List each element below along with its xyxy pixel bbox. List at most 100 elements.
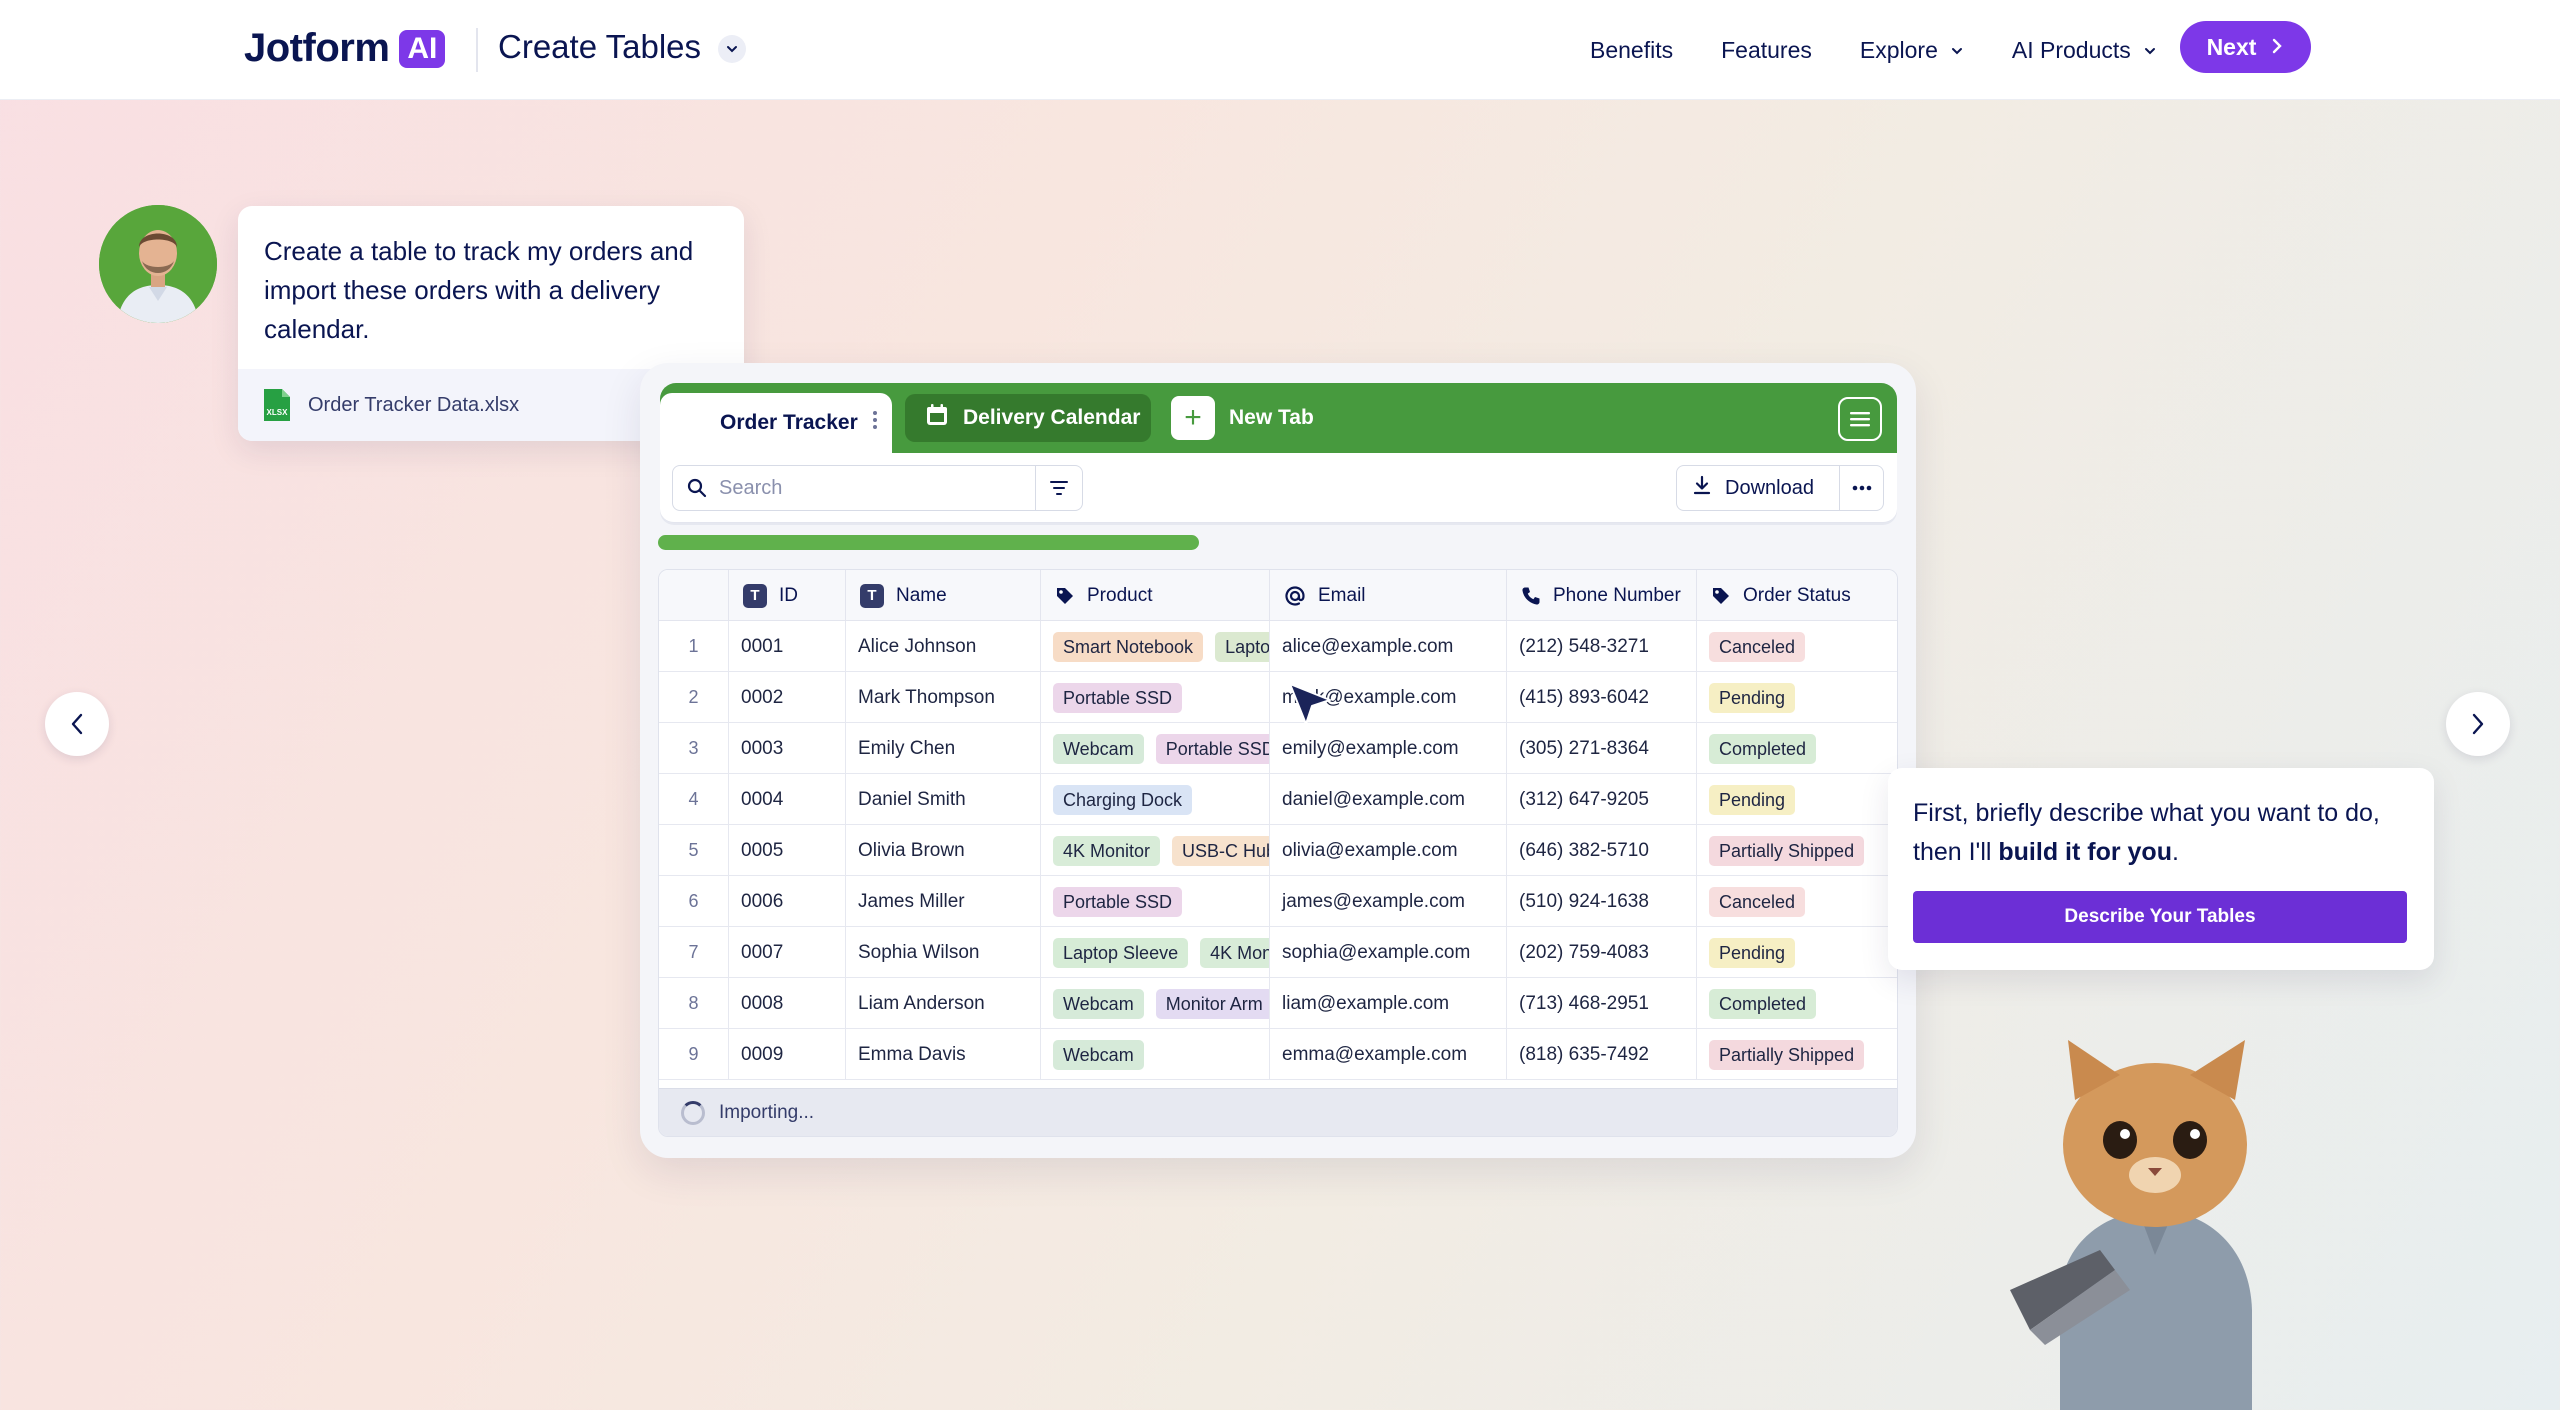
product-cell[interactable]: 4K Monitor USB-C Hub	[1041, 825, 1270, 876]
phone-cell[interactable]: (312) 647-9205	[1507, 774, 1697, 825]
name-cell[interactable]: Alice Johnson	[846, 621, 1041, 672]
describe-your-tables-label: Describe Your Tables	[2064, 906, 2256, 927]
table-row[interactable]: 9 0009 Emma Davis Webcam emma@example.com (81…	[659, 1029, 1897, 1080]
table-row[interactable]: 3 0003 Emily Chen Webcam Portable SSD emily@e…	[659, 723, 1897, 774]
row-number-cell[interactable]: 1	[659, 621, 729, 672]
row-number-cell[interactable]: 7	[659, 927, 729, 978]
status-cell[interactable]: Partially Shipped	[1697, 825, 1897, 876]
row-number-cell[interactable]: 6	[659, 876, 729, 927]
name-cell[interactable]: Daniel Smith	[846, 774, 1041, 825]
table-row[interactable]: 70007Sophia Wilson Laptop Sleeve 4K Monito…	[659, 927, 1897, 978]
email-cell[interactable]: olivia@example.com	[1270, 825, 1507, 876]
email-cell[interactable]: emma@example.com	[1270, 1029, 1507, 1080]
id-cell[interactable]: 0005	[729, 825, 846, 876]
table-row[interactable]: 10001Alice Johnson Smart Notebook Laptopal…	[659, 621, 1897, 672]
describe-your-tables-button[interactable]: Describe Your Tables	[1913, 891, 2407, 943]
row-number-cell[interactable]: 9	[659, 1029, 729, 1080]
column-header-product[interactable]: Product	[1041, 570, 1270, 621]
product-cell[interactable]: Laptop Sleeve 4K Monitor	[1041, 927, 1270, 978]
email-cell[interactable]: james@example.com	[1270, 876, 1507, 927]
column-header-phone[interactable]: Phone Number	[1507, 570, 1697, 621]
table-row[interactable]: 6 0006 James Miller Portable SSD james@examp…	[659, 876, 1897, 927]
product-cell[interactable]: Portable SSD	[1041, 876, 1270, 927]
tab-options-icon[interactable]	[872, 410, 878, 436]
table-row[interactable]: 2 0002 Mark Thompson Portable SSD mark@examp…	[659, 672, 1897, 723]
add-tab-button[interactable]: + New Tab	[1171, 394, 1314, 442]
table-menu-button[interactable]	[1838, 397, 1882, 441]
name-cell[interactable]: Mark Thompson	[846, 672, 1041, 723]
download-button[interactable]: Download	[1676, 465, 1840, 511]
phone-cell[interactable]: (713) 468-2951	[1507, 978, 1697, 1029]
tab-order-tracker[interactable]: Order Tracker	[660, 393, 892, 453]
email-cell[interactable]: alice@example.com	[1270, 621, 1507, 672]
nav-explore[interactable]: Explore	[1860, 37, 1964, 64]
chevron-down-icon	[1950, 37, 1964, 64]
column-header-id[interactable]: T ID	[729, 570, 846, 621]
id-cell[interactable]: 0009	[729, 1029, 846, 1080]
status-cell[interactable]: Pending	[1697, 774, 1897, 825]
status-cell[interactable]: Completed	[1697, 723, 1897, 774]
next-button[interactable]: Next	[2180, 21, 2311, 73]
status-cell[interactable]: Pending	[1697, 927, 1897, 978]
status-cell[interactable]: Canceled	[1697, 621, 1897, 672]
status-cell[interactable]: Canceled	[1697, 876, 1897, 927]
search-input[interactable]	[719, 476, 999, 500]
phone-cell[interactable]: (646) 382-5710	[1507, 825, 1697, 876]
phone-cell[interactable]: (212) 548-3271	[1507, 621, 1697, 672]
row-number-cell[interactable]: 2	[659, 672, 729, 723]
id-cell[interactable]: 0008	[729, 978, 846, 1029]
id-cell[interactable]: 0007	[729, 927, 846, 978]
table-row[interactable]: 8 0008 Liam Anderson Webcam Monitor Arm liam@…	[659, 978, 1897, 1029]
jotform-ai-logo[interactable]: Jotform AI	[244, 26, 446, 71]
nav-ai-products[interactable]: AI Products	[2012, 37, 2157, 64]
id-cell[interactable]: 0003	[729, 723, 846, 774]
table-row[interactable]: 5 0005 Olivia Brown 4K Monitor USB-C Hub oliv…	[659, 825, 1897, 876]
product-cell[interactable]: Portable SSD	[1041, 672, 1270, 723]
product-cell[interactable]: Webcam	[1041, 1029, 1270, 1080]
id-cell[interactable]: 0001	[729, 621, 846, 672]
row-number-cell[interactable]: 3	[659, 723, 729, 774]
phone-cell[interactable]: (818) 635-7492	[1507, 1029, 1697, 1080]
row-number-cell[interactable]: 8	[659, 978, 729, 1029]
nav-benefits[interactable]: Benefits	[1590, 37, 1673, 64]
product-cell[interactable]: Webcam Portable SSD	[1041, 723, 1270, 774]
name-cell[interactable]: Emma Davis	[846, 1029, 1041, 1080]
tab-delivery-calendar[interactable]: Delivery Calendar	[905, 394, 1151, 442]
id-cell[interactable]: 0004	[729, 774, 846, 825]
email-cell[interactable]: liam@example.com	[1270, 978, 1507, 1029]
column-header-status[interactable]: Order Status	[1697, 570, 1897, 621]
filter-button[interactable]	[1036, 465, 1083, 511]
column-header-email[interactable]: Email	[1270, 570, 1507, 621]
phone-cell[interactable]: (305) 271-8364	[1507, 723, 1697, 774]
name-cell[interactable]: James Miller	[846, 876, 1041, 927]
product-cell[interactable]: Webcam Monitor Arm	[1041, 978, 1270, 1029]
email-cell[interactable]: sophia@example.com	[1270, 927, 1507, 978]
name-cell[interactable]: Liam Anderson	[846, 978, 1041, 1029]
text-type-icon: T	[743, 583, 767, 608]
phone-cell[interactable]: (415) 893-6042	[1507, 672, 1697, 723]
more-options-button[interactable]	[1840, 465, 1884, 511]
name-cell[interactable]: Sophia Wilson	[846, 927, 1041, 978]
product-cell[interactable]: Charging Dock	[1041, 774, 1270, 825]
column-header-name[interactable]: T Name	[846, 570, 1041, 621]
name-cell[interactable]: Emily Chen	[846, 723, 1041, 774]
name-cell[interactable]: Olivia Brown	[846, 825, 1041, 876]
status-cell[interactable]: Pending	[1697, 672, 1897, 723]
row-number-cell[interactable]: 4	[659, 774, 729, 825]
phone-cell[interactable]: (202) 759-4083	[1507, 927, 1697, 978]
phone-cell[interactable]: (510) 924-1638	[1507, 876, 1697, 927]
status-cell[interactable]: Partially Shipped	[1697, 1029, 1897, 1080]
table-toolbar: Download	[660, 453, 1897, 523]
previous-slide-button[interactable]	[45, 692, 109, 756]
next-slide-button[interactable]	[2446, 692, 2510, 756]
product-tag: USB-C Hub	[1172, 835, 1269, 866]
nav-features[interactable]: Features	[1721, 37, 1812, 64]
id-cell[interactable]: 0006	[729, 876, 846, 927]
product-switcher-chevron-icon[interactable]	[718, 35, 746, 63]
email-cell[interactable]: daniel@example.com	[1270, 774, 1507, 825]
product-cell[interactable]: Smart Notebook Laptop	[1041, 621, 1270, 672]
id-cell[interactable]: 0002	[729, 672, 846, 723]
status-cell[interactable]: Completed	[1697, 978, 1897, 1029]
table-row[interactable]: 4 0004 Daniel Smith Charging Dock daniel@exa…	[659, 774, 1897, 825]
row-number-cell[interactable]: 5	[659, 825, 729, 876]
